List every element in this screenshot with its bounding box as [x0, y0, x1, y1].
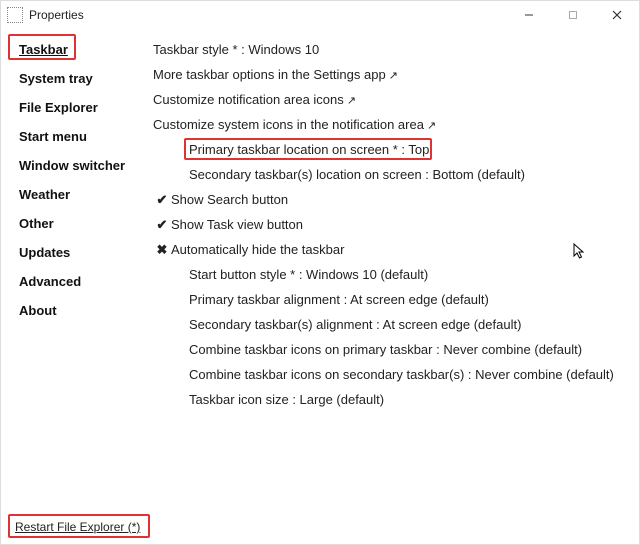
setting-row[interactable]: Primary taskbar location on screen * : T…	[153, 137, 629, 162]
setting-row[interactable]: Start button style * : Windows 10 (defau…	[153, 262, 629, 287]
setting-label: Taskbar style * : Windows 10	[153, 42, 319, 57]
setting-row[interactable]: More taskbar options in the Settings app	[153, 62, 629, 87]
window-title: Properties	[29, 8, 84, 22]
close-button[interactable]	[595, 1, 639, 29]
window-controls	[507, 1, 639, 29]
sidebar-item-taskbar[interactable]: Taskbar	[15, 35, 72, 64]
body: TaskbarSystem trayFile ExplorerStart men…	[1, 29, 639, 544]
minimize-button[interactable]	[507, 1, 551, 29]
setting-label: Secondary taskbar(s) alignment : At scre…	[189, 317, 521, 332]
sidebar-item-start-menu[interactable]: Start menu	[15, 122, 91, 151]
setting-link-label: More taskbar options in the Settings app	[153, 67, 398, 82]
setting-row[interactable]: ✔Show Search button	[153, 187, 629, 212]
setting-row[interactable]: Customize system icons in the notificati…	[153, 112, 629, 137]
sidebar-item-updates[interactable]: Updates	[15, 238, 74, 267]
sidebar: TaskbarSystem trayFile ExplorerStart men…	[1, 29, 141, 544]
setting-row[interactable]: Taskbar icon size : Large (default)	[153, 387, 629, 412]
setting-row[interactable]: Secondary taskbar(s) alignment : At scre…	[153, 312, 629, 337]
sidebar-item-window-switcher[interactable]: Window switcher	[15, 151, 129, 180]
sidebar-item-file-explorer[interactable]: File Explorer	[15, 93, 102, 122]
restart-file-explorer-link[interactable]: Restart File Explorer (*)	[15, 520, 140, 534]
maximize-button[interactable]	[551, 1, 595, 29]
content-panel: Taskbar style * : Windows 10 More taskbar…	[141, 29, 639, 544]
properties-window: Properties TaskbarSystem trayFile Explor…	[0, 0, 640, 545]
sidebar-item-weather[interactable]: Weather	[15, 180, 74, 209]
setting-row[interactable]: ✖Automatically hide the taskbar	[153, 237, 629, 262]
sidebar-item-system-tray[interactable]: System tray	[15, 64, 97, 93]
setting-row[interactable]: Primary taskbar alignment : At screen ed…	[153, 287, 629, 312]
setting-row[interactable]: Taskbar style * : Windows 10	[153, 37, 629, 62]
sidebar-item-about[interactable]: About	[15, 296, 61, 325]
setting-label: Start button style * : Windows 10 (defau…	[189, 267, 428, 282]
sidebar-item-other[interactable]: Other	[15, 209, 58, 238]
setting-label: Taskbar icon size : Large (default)	[189, 392, 384, 407]
check-icon: ✔	[153, 217, 171, 233]
cross-icon: ✖	[153, 242, 171, 258]
setting-row[interactable]: Customize notification area icons	[153, 87, 629, 112]
setting-label: Automatically hide the taskbar	[171, 242, 344, 257]
app-icon	[7, 7, 23, 23]
check-icon: ✔	[153, 192, 171, 208]
setting-row[interactable]: ✔Show Task view button	[153, 212, 629, 237]
setting-label: Primary taskbar location on screen * : T…	[189, 142, 429, 157]
setting-label: Show Search button	[171, 192, 288, 207]
setting-label: Secondary taskbar(s) location on screen …	[189, 167, 525, 182]
titlebar: Properties	[1, 1, 639, 29]
setting-label: Primary taskbar alignment : At screen ed…	[189, 292, 489, 307]
setting-row[interactable]: Combine taskbar icons on secondary taskb…	[153, 362, 629, 387]
setting-label: Combine taskbar icons on secondary taskb…	[189, 367, 614, 382]
setting-row[interactable]: Combine taskbar icons on primary taskbar…	[153, 337, 629, 362]
sidebar-item-advanced[interactable]: Advanced	[15, 267, 85, 296]
setting-row[interactable]: Secondary taskbar(s) location on screen …	[153, 162, 629, 187]
setting-link-label: Customize notification area icons	[153, 92, 356, 107]
setting-label: Combine taskbar icons on primary taskbar…	[189, 342, 582, 357]
setting-link-label: Customize system icons in the notificati…	[153, 117, 436, 132]
setting-label: Show Task view button	[171, 217, 303, 232]
